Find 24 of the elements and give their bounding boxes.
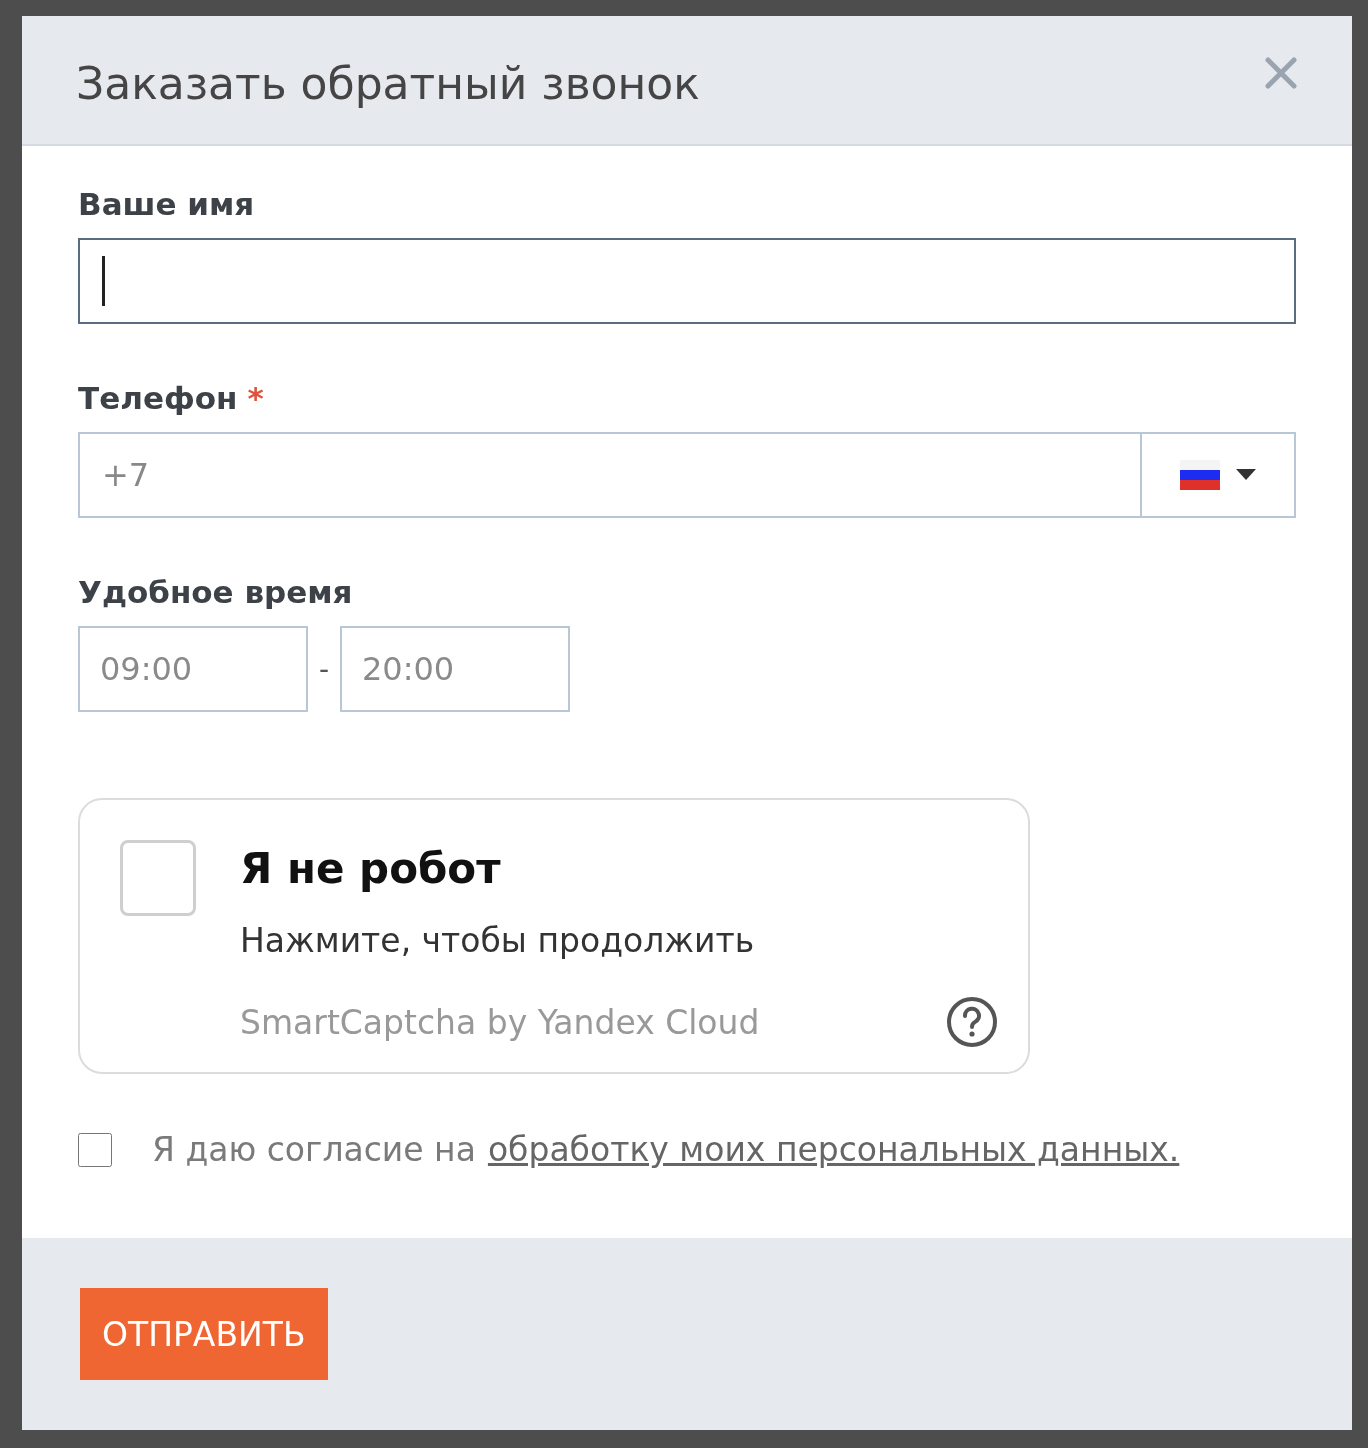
required-mark: * <box>247 380 264 416</box>
consent-checkbox[interactable] <box>78 1132 112 1167</box>
consent-link[interactable]: обработку моих персональных данных. <box>487 1130 1180 1169</box>
time-to-field[interactable]: 20:00 <box>340 626 570 712</box>
caret-icon <box>1236 469 1256 481</box>
text-caret <box>102 256 105 306</box>
captcha-checkbox[interactable] <box>120 840 196 916</box>
time-separator: - <box>317 652 331 686</box>
help-icon[interactable] <box>946 996 998 1048</box>
flag-icon <box>1180 460 1220 490</box>
captcha-subtitle: Нажмите, чтобы продолжить <box>240 921 756 960</box>
phone-input-field[interactable]: +7 <box>78 432 1140 518</box>
submit-button[interactable]: ОТПРАВИТЬ <box>80 1288 328 1380</box>
time-label: Удобное время <box>78 574 354 610</box>
dialog-title: Заказать обратный звонок <box>76 57 700 109</box>
consent-text: Я даю согласие на <box>152 1130 476 1169</box>
time-from-field[interactable]: 09:00 <box>78 626 308 712</box>
phone-label: Телефон * <box>78 380 265 416</box>
country-select[interactable] <box>1140 432 1296 518</box>
name-label: Ваше имя <box>78 186 256 222</box>
captcha-provider: SmartCaptcha by Yandex Cloud <box>240 1002 760 1042</box>
name-input-field[interactable] <box>78 238 1296 324</box>
close-icon <box>1264 56 1298 90</box>
captcha-title: Я не робот <box>240 844 502 893</box>
